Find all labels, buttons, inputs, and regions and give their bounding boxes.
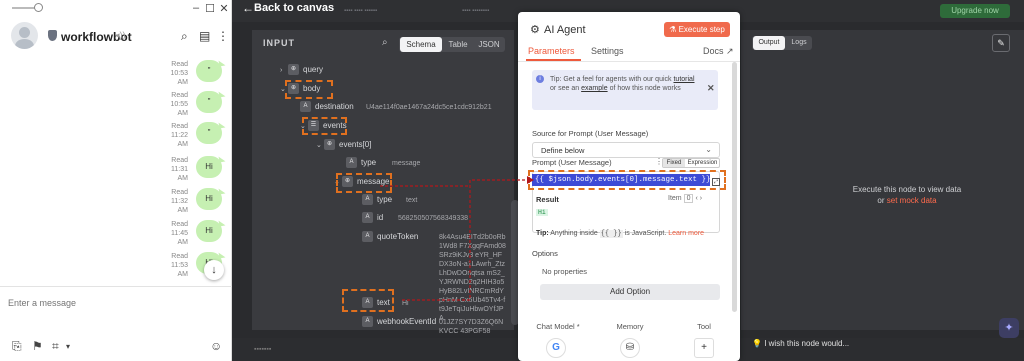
screen: – ☐ ✕ workflowbot ◂)) ⌕ ▤ ⋮ Read 10:53 AM… [0,0,1024,361]
mapping-arrow-head [527,176,534,184]
mapping-arrow-line [402,179,530,301]
annotation-overlay [380,176,534,301]
